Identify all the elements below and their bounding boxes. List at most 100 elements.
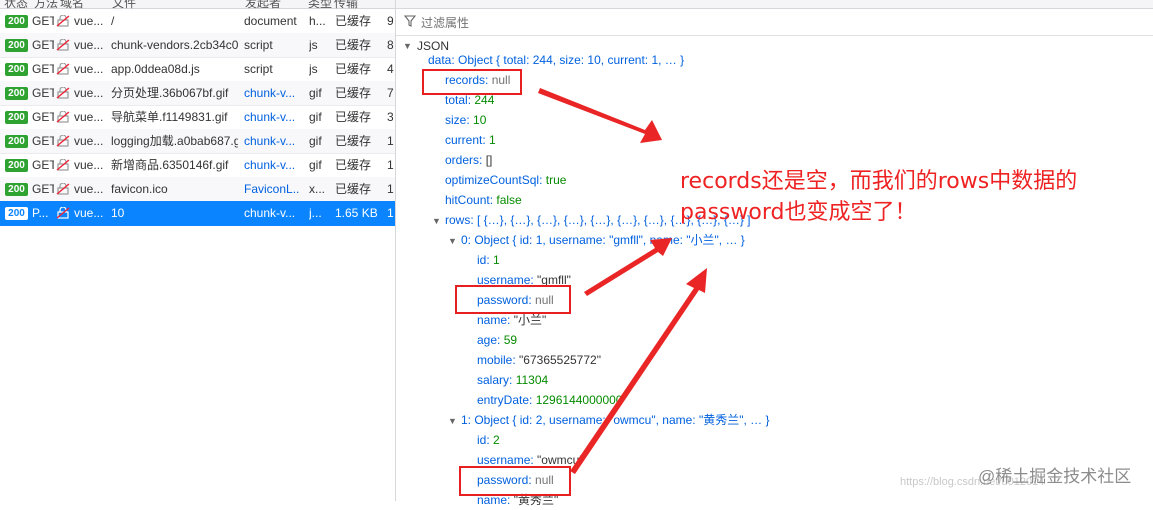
json-value: "小兰" bbox=[513, 313, 547, 327]
request-initiator[interactable]: chunk-v... bbox=[244, 153, 300, 177]
filter-bar bbox=[396, 9, 1153, 36]
highlight-box-password-row1 bbox=[459, 466, 571, 496]
json-key: name bbox=[477, 313, 508, 327]
json-value: 59 bbox=[503, 333, 518, 347]
json-key: total bbox=[445, 93, 468, 107]
json-key: entryDate bbox=[477, 393, 530, 407]
request-row[interactable]: 200 GET vue... 导航菜单.f1149831.gif chunk-v... g… bbox=[0, 105, 395, 130]
json-value: 1 bbox=[493, 253, 500, 267]
request-initiator: script bbox=[244, 38, 273, 52]
data-summary: data: Object { total: 244, size: 10, cur… bbox=[428, 53, 685, 67]
request-domain: vue... bbox=[74, 158, 104, 172]
request-domain: vue... bbox=[74, 62, 104, 76]
json-key: current bbox=[445, 133, 483, 147]
json-key: salary bbox=[477, 373, 510, 387]
annotation-line-2: password也变成空了！ bbox=[680, 200, 917, 225]
json-key: username bbox=[477, 453, 531, 467]
json-node-row1[interactable]: 1: Object { id: 2, username: "owmcu", na… bbox=[461, 410, 770, 430]
request-method: GET bbox=[32, 182, 54, 196]
request-initiator[interactable]: chunk-v... bbox=[244, 129, 300, 153]
json-node-data[interactable]: data: Object { total: 244, size: 10, cur… bbox=[428, 50, 684, 70]
request-size: 8 bbox=[387, 38, 394, 52]
annotation-text: records还是空，而我们的rows中数据的 password也变成空了！ bbox=[680, 166, 1077, 228]
request-row[interactable]: 200 P... vue... 10 chunk-v... j... 1.65 KB 1 bbox=[0, 201, 395, 226]
request-initiator[interactable]: chunk-v... bbox=[244, 105, 300, 129]
request-file: 分页处理.36b067bf.gif bbox=[111, 86, 229, 100]
request-transfer: 已缓存 bbox=[335, 182, 372, 196]
request-row[interactable]: 200 GET vue... logging加载.a0bab687.g chunk-v.… bbox=[0, 129, 395, 154]
request-domain: vue... bbox=[74, 134, 104, 148]
json-prop-size: size: 10 bbox=[445, 113, 487, 127]
request-row[interactable]: 200 GET vue... 分页处理.36b067bf.gif chunk-v... g… bbox=[0, 81, 395, 106]
json-value: "owmcu" bbox=[537, 453, 584, 467]
request-row[interactable]: 200 GET vue... favicon.ico FaviconL... x... 已缓… bbox=[0, 177, 395, 202]
chevron-down-icon[interactable]: ▼ bbox=[448, 236, 458, 246]
status-badge: 200 bbox=[5, 111, 28, 124]
request-domain: vue... bbox=[74, 86, 104, 100]
request-file: 10 bbox=[111, 206, 125, 220]
request-size: 1 bbox=[387, 182, 394, 196]
json-prop-mobile: mobile: "67365525772" bbox=[477, 353, 601, 367]
row1-summary: 1: Object { id: 2, username: "owmcu", na… bbox=[461, 413, 770, 427]
insecure-lock-icon bbox=[56, 111, 70, 123]
json-value: [] bbox=[485, 153, 493, 167]
request-transfer: 已缓存 bbox=[335, 38, 372, 52]
annotation-line-1: records还是空，而我们的rows中数据的 bbox=[680, 169, 1078, 194]
json-value: 10 bbox=[473, 113, 487, 127]
request-initiator: script bbox=[244, 62, 273, 76]
request-size: 9 bbox=[387, 14, 394, 28]
json-prop-age: age: 59 bbox=[477, 333, 518, 347]
row0-summary: 0: Object { id: 1, username: "gmfll", na… bbox=[461, 233, 745, 247]
json-value: 2 bbox=[493, 433, 500, 447]
request-type: x... bbox=[309, 182, 326, 196]
highlight-box-records bbox=[422, 69, 522, 95]
filter-icon bbox=[404, 15, 416, 27]
request-row[interactable]: 200 GET vue... chunk-vendors.2cb34c0a script… bbox=[0, 33, 395, 58]
filter-input[interactable] bbox=[419, 13, 723, 33]
request-type: js bbox=[309, 62, 318, 76]
json-value: 244 bbox=[474, 93, 495, 107]
detail-tabs bbox=[396, 0, 1153, 9]
json-value: 1 bbox=[489, 133, 496, 147]
json-key: id bbox=[477, 253, 487, 267]
request-domain: vue... bbox=[74, 206, 104, 220]
request-initiator[interactable]: chunk-v... bbox=[244, 81, 300, 105]
request-file: / bbox=[111, 14, 115, 28]
request-transfer: 已缓存 bbox=[335, 158, 372, 172]
request-method: GET bbox=[32, 14, 54, 28]
status-badge: 200 bbox=[5, 159, 28, 172]
insecure-lock-icon bbox=[56, 39, 70, 51]
watermark: @稀土掘金技术社区 bbox=[978, 467, 1132, 486]
json-prop-current: current: 1 bbox=[445, 133, 496, 147]
request-file: favicon.ico bbox=[111, 182, 168, 196]
insecure-lock-icon bbox=[56, 15, 70, 27]
chevron-down-icon[interactable]: ▼ bbox=[448, 416, 458, 426]
request-size: 1 bbox=[387, 158, 394, 172]
request-file: logging加载.a0bab687.g bbox=[111, 134, 238, 148]
request-file: app.0ddea08d.js bbox=[111, 62, 200, 76]
chevron-down-icon[interactable]: ▼ bbox=[432, 216, 442, 226]
request-initiator[interactable]: chunk-v... bbox=[244, 201, 300, 225]
request-file: 新增商品.6350146f.gif bbox=[111, 158, 229, 172]
request-list-panel: 状态 方法 域名 文件 发起者 类型 传输 200 GET vue... / docum… bbox=[0, 0, 396, 501]
request-row[interactable]: 200 GET vue... app.0ddea08d.js script js 已缓存 4 bbox=[0, 57, 395, 82]
json-node-row0[interactable]: 0: Object { id: 1, username: "gmfll", na… bbox=[461, 230, 745, 250]
json-key: size bbox=[445, 113, 467, 127]
status-badge: 200 bbox=[5, 183, 28, 196]
insecure-lock-icon bbox=[56, 135, 70, 147]
request-method: GET bbox=[32, 62, 54, 76]
request-type: gif bbox=[309, 158, 322, 172]
json-prop-hitCount: hitCount: false bbox=[445, 193, 522, 207]
json-key: mobile bbox=[477, 353, 513, 367]
request-initiator: document bbox=[244, 14, 297, 28]
request-transfer: 已缓存 bbox=[335, 62, 372, 76]
json-key: orders bbox=[445, 153, 480, 167]
json-prop-entryDate: entryDate: 1296144000000 bbox=[477, 393, 623, 407]
request-row[interactable]: 200 GET vue... 新增商品.6350146f.gif chunk-v... g… bbox=[0, 153, 395, 178]
request-file: 导航菜单.f1149831.gif bbox=[111, 110, 228, 124]
request-initiator[interactable]: FaviconL... bbox=[244, 177, 300, 201]
json-key: hitCount bbox=[445, 193, 490, 207]
chevron-down-icon[interactable]: ▼ bbox=[403, 41, 413, 51]
request-row[interactable]: 200 GET vue... / document h... 已缓存 9 bbox=[0, 9, 395, 34]
json-value: "67365525772" bbox=[519, 353, 601, 367]
